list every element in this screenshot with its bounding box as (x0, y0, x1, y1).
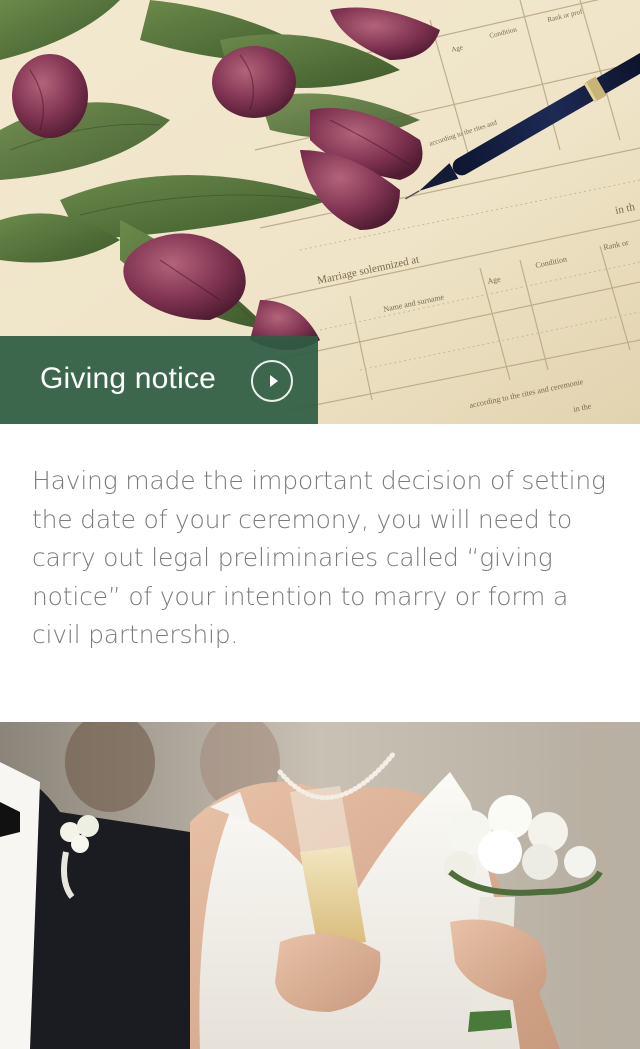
banner-title: Giving notice (40, 362, 217, 395)
hero-image: Marriage solemnized at Name and surname … (0, 0, 640, 424)
bride-photo (0, 722, 640, 1049)
wedding-photo (0, 722, 640, 1049)
play-arrow-icon (269, 375, 278, 387)
intro-paragraph: Having made the important decision of se… (32, 466, 606, 649)
page: Marriage solemnized at Name and surname … (0, 0, 640, 1049)
play-circle-icon[interactable] (251, 360, 293, 402)
